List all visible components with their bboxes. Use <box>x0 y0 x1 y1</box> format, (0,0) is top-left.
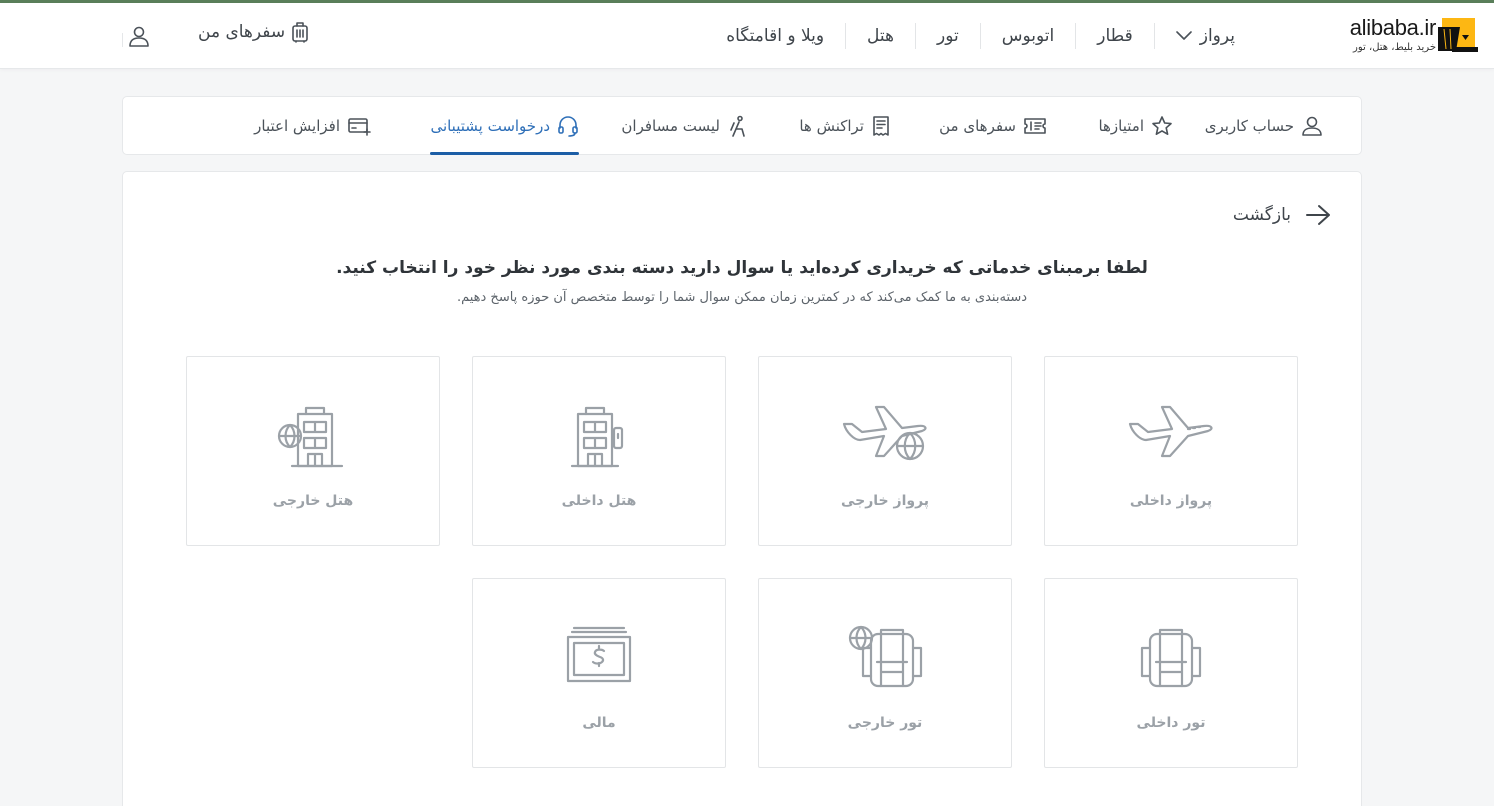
tab-my-trips-label: سفرهای من <box>939 117 1016 135</box>
nav-hotel[interactable]: هتل <box>846 23 915 49</box>
nav-divider <box>1075 23 1077 49</box>
brand-name: alibaba.ir <box>1349 15 1437 40</box>
user-icon[interactable] <box>128 25 150 47</box>
tab-support-request[interactable]: درخواست پشتیبانی <box>430 97 579 155</box>
backpack-globe-icon <box>848 625 923 688</box>
category-label: هتل خارجی <box>272 493 354 509</box>
tab-add-credit[interactable]: افزایش اعتبار <box>254 97 371 155</box>
chevron-down-icon <box>1175 31 1192 40</box>
nav-villa[interactable]: ویلا و اقامتگاه <box>705 23 845 49</box>
tab-passengers[interactable]: لیست مسافران <box>621 97 747 155</box>
nav-divider <box>979 23 981 49</box>
nav-flight-label: پرواز <box>1199 26 1235 46</box>
tab-account-label: حساب کاربری <box>1204 117 1294 135</box>
star-icon <box>1152 116 1172 135</box>
tab-account[interactable]: حساب کاربری <box>1205 97 1323 155</box>
nav-tour-label: تور <box>937 26 959 46</box>
category-label: پرواز داخلی <box>1129 493 1213 509</box>
category-international-flight[interactable]: پرواز خارجی <box>758 356 1012 546</box>
category-financial[interactable]: مالی <box>472 578 726 768</box>
nav-hotel-label: هتل <box>867 26 895 46</box>
tab-transactions[interactable]: تراکنش ها <box>799 97 891 155</box>
category-international-hotel[interactable]: هتل خارجی <box>186 356 440 546</box>
category-label: مالی <box>582 715 616 731</box>
nav-bus[interactable]: اتوبوس <box>981 23 1076 49</box>
category-label: تور داخلی <box>1136 715 1206 731</box>
plane-icon <box>1128 405 1213 458</box>
my-trips-label: سفرهای من <box>198 22 286 42</box>
category-international-tour[interactable]: تور خارجی <box>758 578 1012 768</box>
category-label: تور خارجی <box>847 715 923 731</box>
category-domestic-hotel[interactable]: هتل داخلی <box>472 356 726 546</box>
category-label: پرواز خارجی <box>840 493 930 509</box>
nav-tour[interactable]: تور <box>916 23 980 49</box>
category-domestic-flight[interactable]: پرواز داخلی <box>1044 356 1298 546</box>
support-category-panel: بازگشت لطفا برمبنای خدماتی که خریداری کر… <box>122 171 1362 806</box>
nav-divider <box>915 23 917 49</box>
nav-flight[interactable]: پرواز <box>1155 23 1256 49</box>
main-navigation: پرواز قطار اتوبوس تور هتل ویلا و اقامتگا… <box>705 3 1256 69</box>
page-subtitle: دسته‌بندی به ما کمک می‌کند که در کمترین … <box>456 290 1028 305</box>
page-title: لطفا برمبنای خدماتی که خریداری کرده‌اید … <box>336 258 1148 278</box>
plane-globe-icon <box>842 405 927 461</box>
hotel-globe-icon <box>277 406 344 468</box>
account-tabs: حساب کاربری امتیازها سفرهای من تراکنش ها… <box>122 96 1362 155</box>
money-icon <box>566 626 632 683</box>
tab-add-credit-label: افزایش اعتبار <box>254 117 340 135</box>
category-label: هتل داخلی <box>561 493 637 509</box>
arrow-right-icon <box>1306 205 1330 225</box>
nav-train-label: قطار <box>1097 26 1133 46</box>
nav-bus-label: اتوبوس <box>1001 26 1055 46</box>
nav-divider <box>845 23 847 49</box>
nav-villa-label: ویلا و اقامتگاه <box>726 26 825 46</box>
suitcase-icon <box>292 22 308 43</box>
user-icon <box>1302 116 1322 136</box>
back-button[interactable]: بازگشت <box>1233 204 1331 226</box>
nav-divider <box>1153 23 1155 49</box>
tab-points-label: امتیازها <box>1098 117 1144 135</box>
seat-passenger-icon <box>730 115 745 137</box>
tab-points[interactable]: امتیازها <box>1098 97 1173 155</box>
credit-card-plus-icon <box>348 118 371 136</box>
tab-support-label: درخواست پشتیبانی <box>430 117 550 135</box>
brand-tagline: خرید بلیط، هتل، تور <box>1353 42 1436 53</box>
nav-train[interactable]: قطار <box>1076 23 1153 49</box>
headset-icon <box>558 116 578 137</box>
tab-transactions-label: تراکنش ها <box>799 117 864 135</box>
logo-mark-icon <box>1438 18 1478 52</box>
tab-passengers-label: لیست مسافران <box>621 117 720 135</box>
my-trips-link[interactable]: سفرهای من <box>198 21 309 43</box>
tab-my-trips[interactable]: سفرهای من <box>939 97 1047 155</box>
brand-logo[interactable]: alibaba.ir خرید بلیط، هتل، تور <box>1338 13 1478 59</box>
back-label: بازگشت <box>1232 205 1291 225</box>
header-divider <box>122 33 123 47</box>
category-domestic-tour[interactable]: تور داخلی <box>1044 578 1298 768</box>
hotel-icon <box>570 406 624 468</box>
receipt-icon <box>873 116 889 136</box>
top-navbar: alibaba.ir خرید بلیط، هتل، تور پرواز قطا… <box>0 3 1494 69</box>
ticket-icon <box>1024 118 1046 134</box>
backpack-icon <box>1140 628 1202 688</box>
